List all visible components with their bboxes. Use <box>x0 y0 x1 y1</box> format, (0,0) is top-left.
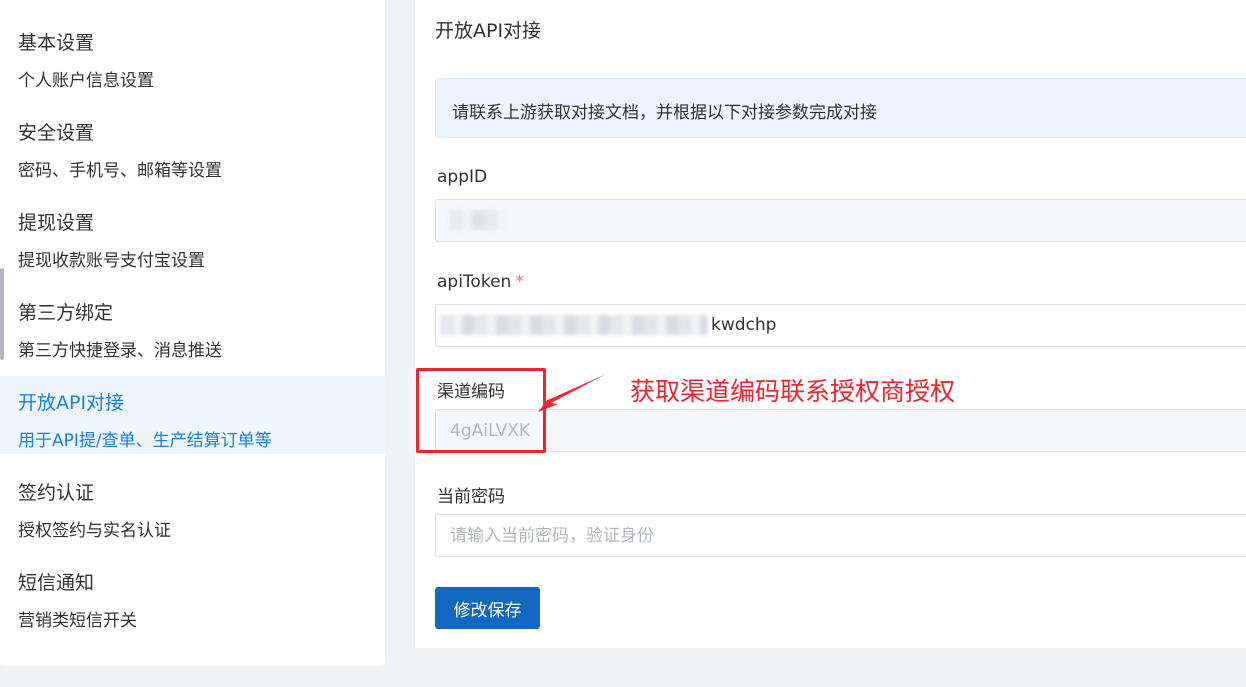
channel-code-label: 渠道编码 <box>437 382 505 402</box>
sidebar-item-desc: 个人账户信息设置 <box>18 71 154 91</box>
sidebar-item-security-settings[interactable]: 安全设置 密码、手机号、邮箱等设置 <box>0 106 385 184</box>
apitoken-visible-text: kwdchp <box>711 315 777 335</box>
page-title: 开放API对接 <box>435 20 542 42</box>
sidebar-item-open-api[interactable]: 开放API对接 用于API提/查单、生产结算订单等 <box>0 376 385 454</box>
save-button[interactable]: 修改保存 <box>435 587 540 629</box>
sidebar-item-third-party-binding[interactable]: 第三方绑定 第三方快捷登录、消息推送 <box>0 286 385 364</box>
apitoken-label-text: apiToken <box>437 272 512 292</box>
annotation-text: 获取渠道编码联系授权商授权 <box>630 377 956 406</box>
info-alert: 请联系上游获取对接文档，并根据以下对接参数完成对接 <box>435 78 1246 138</box>
current-password-input[interactable] <box>435 514 1246 557</box>
sidebar-item-title: 第三方绑定 <box>18 302 114 324</box>
sidebar-item-title: 开放API对接 <box>18 392 125 414</box>
appid-label: appID <box>437 167 488 187</box>
annotation-arrow-icon <box>538 374 606 412</box>
sidebar-item-desc: 营销类短信开关 <box>18 611 137 631</box>
sidebar-scrollbar[interactable] <box>0 268 4 360</box>
settings-sidebar: 基本设置 个人账户信息设置 安全设置 密码、手机号、邮箱等设置 提现设置 提现收… <box>0 0 385 666</box>
apitoken-label: apiToken * <box>437 272 524 292</box>
sidebar-item-title: 提现设置 <box>18 212 95 234</box>
sidebar-item-sms-notification[interactable]: 短信通知 营销类短信开关 <box>0 556 385 634</box>
sidebar-item-title: 短信通知 <box>18 572 95 594</box>
sidebar-item-desc: 密码、手机号、邮箱等设置 <box>18 161 222 181</box>
appid-field <box>435 199 1246 242</box>
sidebar-item-desc: 第三方快捷登录、消息推送 <box>18 341 222 361</box>
sidebar-item-contract-verification[interactable]: 签约认证 授权签约与实名认证 <box>0 466 385 544</box>
sidebar-item-desc: 提现收款账号支付宝设置 <box>18 251 205 271</box>
sidebar-item-title: 基本设置 <box>18 32 95 54</box>
apitoken-field[interactable]: kwdchp <box>435 304 1246 347</box>
redacted-value <box>440 315 708 335</box>
redacted-value <box>450 210 506 230</box>
info-alert-text: 请联系上游获取对接文档，并根据以下对接参数完成对接 <box>452 103 877 123</box>
api-settings-panel: 开放API对接 请联系上游获取对接文档，并根据以下对接参数完成对接 appID … <box>415 0 1246 648</box>
current-password-label: 当前密码 <box>437 487 505 507</box>
sidebar-item-desc: 用于API提/查单、生产结算订单等 <box>18 431 272 451</box>
sidebar-item-basic-settings[interactable]: 基本设置 个人账户信息设置 <box>0 16 385 94</box>
sidebar-item-title: 安全设置 <box>18 122 95 144</box>
required-mark: * <box>515 272 524 292</box>
sidebar-item-title: 签约认证 <box>18 482 95 504</box>
sidebar-item-withdraw-settings[interactable]: 提现设置 提现收款账号支付宝设置 <box>0 196 385 274</box>
sidebar-item-desc: 授权签约与实名认证 <box>18 521 171 541</box>
channel-code-field <box>435 409 1246 452</box>
